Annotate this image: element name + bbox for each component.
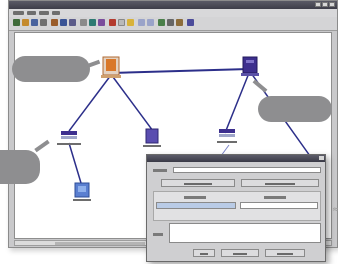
toolbar-copy-icon[interactable] <box>60 19 67 26</box>
properties-dialog <box>146 154 326 262</box>
toolbar-zoom-in-icon[interactable] <box>138 19 145 26</box>
link-line[interactable] <box>68 74 112 132</box>
edge-glyph: ≈ <box>332 205 338 215</box>
toolbar-save-icon[interactable] <box>31 19 38 26</box>
toolbar-node-icon[interactable] <box>98 19 105 26</box>
toolbar-zoom-out-icon[interactable] <box>147 19 154 26</box>
toolbar-link-icon[interactable] <box>89 19 96 26</box>
toolbar-print-icon[interactable] <box>40 19 47 26</box>
toolbar-paste-icon[interactable] <box>69 19 76 26</box>
link-line[interactable] <box>68 142 82 184</box>
toolbar-open-icon[interactable] <box>22 19 29 26</box>
toolbar-new-icon[interactable] <box>13 19 20 26</box>
workstation-icon[interactable] <box>217 129 237 143</box>
menu-item[interactable] <box>39 11 49 15</box>
field-label <box>153 233 163 236</box>
link-line[interactable] <box>224 72 250 134</box>
field-label <box>153 169 167 172</box>
column-label <box>184 196 206 199</box>
workstation-icon[interactable] <box>57 131 81 145</box>
toolbar-help-icon[interactable] <box>187 19 194 26</box>
settings-panel <box>153 191 321 221</box>
maximize-button[interactable] <box>322 2 328 7</box>
scrollbar-thumb[interactable] <box>55 242 145 245</box>
ok-button[interactable] <box>193 249 215 257</box>
column-label <box>264 196 286 199</box>
toolbar-select-icon[interactable] <box>118 19 125 26</box>
dialog-tab-button[interactable] <box>161 179 235 187</box>
server-orange-icon[interactable] <box>101 56 121 78</box>
toolbar-refresh-icon[interactable] <box>158 19 165 26</box>
callout-bubble <box>0 150 40 184</box>
description-textarea[interactable] <box>169 223 321 243</box>
minimize-button[interactable] <box>315 2 321 7</box>
dialog-title-bar[interactable] <box>147 155 325 162</box>
close-button[interactable] <box>329 2 335 7</box>
workstation-icon[interactable] <box>143 128 161 147</box>
toolbar-undo-icon[interactable] <box>80 19 87 26</box>
cancel-button[interactable] <box>265 249 305 257</box>
toolbar-delete-icon[interactable] <box>109 19 116 26</box>
toolbar-highlight-icon[interactable] <box>127 19 134 26</box>
callout-bubble <box>258 96 332 122</box>
selected-list-row[interactable] <box>156 202 236 209</box>
menu-item[interactable] <box>52 11 60 15</box>
menu-bar <box>9 9 337 17</box>
callout-bubble <box>12 56 90 82</box>
link-line[interactable] <box>112 76 154 132</box>
server-purple-icon[interactable] <box>241 56 259 76</box>
workstation-icon[interactable] <box>73 182 91 201</box>
menu-item[interactable] <box>27 11 36 15</box>
toolbar-properties-icon[interactable] <box>176 19 183 26</box>
toolbar-cut-icon[interactable] <box>51 19 58 26</box>
window-title-bar[interactable] <box>9 1 337 9</box>
apply-button[interactable] <box>221 249 259 257</box>
list-row[interactable] <box>240 202 318 209</box>
toolbar <box>9 17 337 31</box>
close-icon[interactable] <box>319 156 324 160</box>
menu-item[interactable] <box>13 11 24 15</box>
link-line[interactable] <box>110 68 250 74</box>
name-input[interactable] <box>173 167 321 173</box>
dialog-tab-button[interactable] <box>241 179 319 187</box>
toolbar-settings-icon[interactable] <box>167 19 174 26</box>
